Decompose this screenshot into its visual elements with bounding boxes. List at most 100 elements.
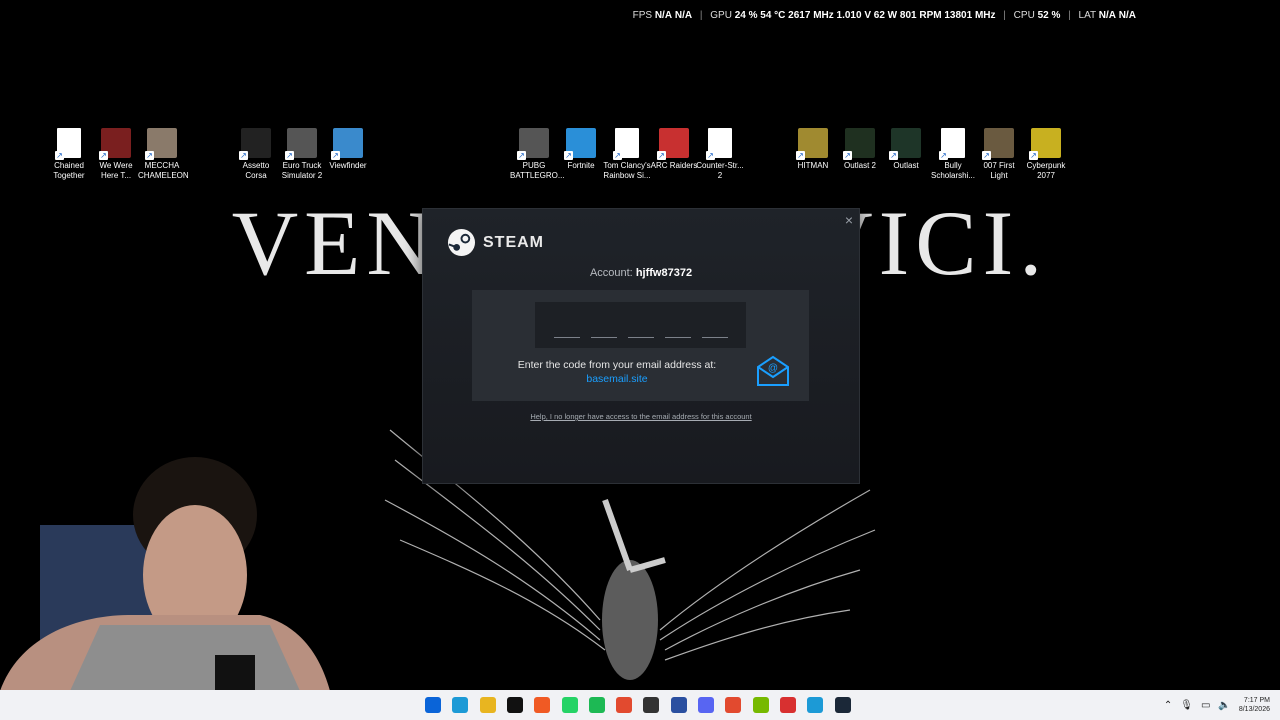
desktop-icon[interactable]: ↗ 007 First Light (975, 128, 1023, 181)
desktop-icon-label: 007 First Light (983, 161, 1015, 180)
envelope-at-icon: @ (757, 355, 789, 386)
gpu-values: 24 % 54 °C 2617 MHz 1.010 V 62 W 801 RPM… (734, 10, 996, 21)
chrome-icon[interactable] (616, 697, 633, 713)
brave-icon[interactable] (534, 697, 551, 713)
desktop-icon[interactable]: ↗ Viewfinder (324, 128, 372, 171)
code-input[interactable] (535, 302, 746, 348)
radio-icon: ↗ (99, 128, 131, 160)
edge-icon[interactable] (452, 697, 469, 713)
desktop-icon-label: Outlast 2 (843, 161, 876, 170)
shortcut-arrow-icon: ↗ (145, 151, 154, 160)
helmet-icon: ↗ (517, 128, 549, 160)
app-dark-icon[interactable] (643, 697, 660, 713)
desktop-icon[interactable]: ↗ PUBG BATTLEGRO... (510, 128, 565, 181)
steam-icon[interactable] (834, 697, 851, 713)
007-icon: ↗ (982, 128, 1014, 160)
system-tray: ⌃ 🎙 ▭ 🔈 7:17 PM 8/13/2026 (1164, 690, 1280, 720)
app-red-icon[interactable] (779, 697, 796, 713)
shortcut-arrow-icon: ↗ (843, 151, 852, 160)
app-blue-icon[interactable] (670, 697, 687, 713)
steam-icon (447, 228, 476, 257)
cpu-label: CPU (1013, 10, 1035, 21)
fps-value-2: N/A (674, 10, 693, 21)
code-panel: Enter the code from your email address a… (472, 290, 809, 401)
truck-icon: ↗ (285, 128, 317, 160)
account-name: hjffw87372 (635, 267, 693, 279)
desktop-icon-label: We Were Here T... (99, 161, 133, 180)
chevron-up-icon[interactable]: ⌃ (1164, 700, 1172, 711)
chrome2-icon[interactable] (725, 697, 742, 713)
lat-value: N/A (1098, 10, 1116, 21)
shortcut-arrow-icon: ↗ (982, 151, 991, 160)
desktop-icon[interactable]: ↗ Euro Truck Simulator 2 (278, 128, 326, 181)
svg-text:@: @ (768, 363, 778, 374)
shortcut-arrow-icon: ↗ (889, 151, 898, 160)
code-digit-4[interactable] (664, 337, 691, 338)
microphone-icon[interactable]: 🎙 (1180, 700, 1193, 711)
desktop-icon-label: Viewfinder (329, 161, 367, 170)
steam-logo: STEAM (447, 228, 544, 257)
shortcut-arrow-icon: ↗ (939, 151, 948, 160)
files-icon[interactable] (479, 697, 496, 713)
arc-icon: ↗ (657, 128, 689, 160)
desktop-icon-label: Bully Scholarshi... (930, 161, 976, 180)
desktop-icon[interactable]: ↗ Counter-Str... 2 (696, 128, 744, 181)
taskbar: ⌃ 🎙 ▭ 🔈 7:17 PM 8/13/2026 (0, 690, 1280, 720)
edge2-icon[interactable] (807, 697, 824, 713)
desktop-icon-label: Assetto Corsa (242, 161, 270, 180)
shortcut-arrow-icon: ↗ (657, 151, 666, 160)
code-digit-3[interactable] (627, 337, 654, 338)
shortcut-arrow-icon: ↗ (613, 151, 622, 160)
nvidia-icon[interactable] (752, 697, 769, 713)
volume-icon[interactable]: 🔈 (1218, 700, 1230, 711)
desktop-icon-label: PUBG BATTLEGRO... (510, 161, 565, 180)
fps-value: N/A (654, 10, 673, 21)
desktop-icon[interactable]: ↗ Outlast (882, 128, 930, 171)
desktop-icon[interactable]: ↗ Chained Together (45, 128, 93, 181)
hitman-icon: ↗ (796, 128, 828, 160)
help-link[interactable]: Help, I no longer have access to the ema… (423, 412, 859, 421)
desktop-icon[interactable]: ↗ Assetto Corsa (232, 128, 280, 181)
doc-icon: ↗ (939, 128, 965, 160)
shortcut-arrow-icon: ↗ (564, 151, 573, 160)
close-button[interactable]: × (845, 212, 853, 228)
shortcut-arrow-icon: ↗ (331, 151, 340, 160)
display-icon[interactable]: ▭ (1201, 700, 1210, 711)
desktop-icon[interactable]: ↗ ARC Raiders (650, 128, 698, 171)
desktop-icon[interactable]: ↗ HITMAN (789, 128, 837, 171)
desktop-icon-label: MECCHA CHAMELEON (138, 161, 189, 180)
desktop-icon[interactable]: ↗ Outlast 2 (836, 128, 884, 171)
spotify-icon[interactable] (588, 697, 605, 713)
code-digit-2[interactable] (590, 337, 617, 338)
discord-icon[interactable] (698, 697, 714, 713)
viewfinder-icon: ↗ (331, 128, 363, 160)
clock[interactable]: 7:17 PM 8/13/2026 (1239, 696, 1270, 714)
lat-value-2: N/A (1118, 10, 1136, 21)
whatsapp-icon[interactable] (561, 697, 578, 713)
cyberpunk-icon: ↗ (1029, 128, 1061, 160)
fortnite-icon: ↗ (564, 128, 596, 160)
shortcut-arrow-icon: ↗ (99, 151, 108, 160)
desktop-icon[interactable]: ↗ Cyberpunk 2077 (1022, 128, 1070, 181)
desktop-icon[interactable]: ↗ We Were Here T... (92, 128, 140, 181)
cpu-value: 52 % (1037, 10, 1061, 21)
desktop-icon-label: Tom Clancy's Rainbow Si... (603, 161, 651, 180)
desktop-icon[interactable]: ↗ Bully Scholarshi... (929, 128, 977, 181)
desktop-icon-label: HITMAN (797, 161, 829, 170)
outlast-icon: ↗ (889, 128, 921, 160)
performance-overlay: FPS N/A N/A | GPU 24 % 54 °C 2617 MHz 1.… (632, 10, 1136, 21)
webcam-feed (0, 457, 330, 691)
start-icon[interactable] (425, 697, 441, 713)
desktop-icon[interactable]: ↗ MECCHA CHAMELEON (138, 128, 189, 181)
code-digit-5[interactable] (701, 337, 728, 338)
desktop-icon-label: Fortnite (567, 161, 595, 170)
account-line: Account: hjffw87372 (423, 267, 859, 279)
code-digit-1[interactable] (553, 337, 580, 338)
shortcut-arrow-icon: ↗ (285, 151, 294, 160)
desktop-icon[interactable]: ↗ Tom Clancy's Rainbow Si... (603, 128, 651, 181)
email-prompt: Enter the code from your email address a… (512, 359, 722, 385)
desktop-icon[interactable]: ↗ Fortnite (557, 128, 605, 171)
tiktok-icon[interactable] (506, 697, 523, 713)
account-label: Account: (589, 267, 633, 279)
doc-icon: ↗ (55, 128, 81, 160)
